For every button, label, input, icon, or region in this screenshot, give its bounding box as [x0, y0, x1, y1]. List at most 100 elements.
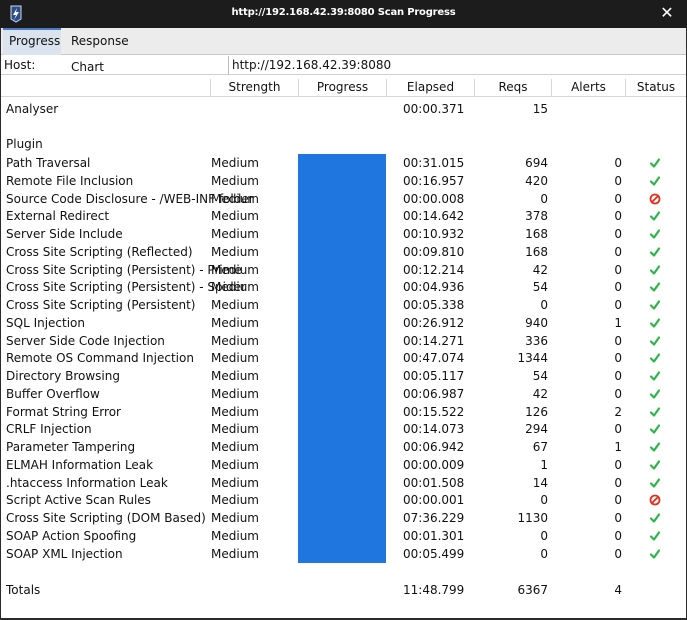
plugin-elapsed: 00:00.009 [403, 457, 465, 472]
column-header-progress[interactable]: Progress [298, 79, 386, 97]
check-icon [649, 282, 661, 292]
table-row[interactable]: Cross Site Scripting (DOM Based) Medium 07… [1, 509, 686, 527]
plugin-reqs: 1 [540, 457, 548, 472]
plugin-alerts: 0 [614, 546, 622, 561]
plugin-reqs: 420 [525, 173, 548, 188]
tab-progress[interactable]: Progress [3, 28, 61, 55]
plugin-name: Cross Site Scripting (Reflected) [6, 244, 193, 259]
plugin-elapsed: 00:06.942 [403, 440, 465, 454]
host-row: Host: http://192.168.42.39:8080 [1, 56, 686, 75]
table-row[interactable]: CRLF Injection Medium 00:14.073 294 0 [1, 420, 686, 438]
plugin-reqs: 42 [532, 262, 548, 277]
plugin-alerts: 0 [614, 262, 622, 277]
plugin-strength: Medium [211, 369, 259, 383]
column-header-alerts[interactable]: Alerts [551, 79, 625, 97]
check-icon [649, 211, 661, 221]
plugin-name: Remote File Inclusion [6, 173, 134, 188]
table-row[interactable]: Cross Site Scripting (Persistent) - Prim… [1, 261, 686, 279]
plugin-name: Directory Browsing [6, 369, 120, 383]
check-icon [649, 371, 661, 381]
check-icon [649, 513, 661, 523]
check-icon [649, 247, 661, 257]
plugin-alerts: 0 [614, 280, 622, 295]
plugin-reqs: 0 [540, 298, 548, 312]
table-row[interactable]: .htaccess Information Leak Medium 00:01.50… [1, 474, 686, 492]
plugin-alerts: 0 [614, 227, 622, 241]
plugin-name: Server Side Include [6, 227, 123, 241]
table-row[interactable]: Buffer Overflow Medium 00:06.987 42 0 [1, 385, 686, 403]
check-icon [649, 176, 661, 186]
table-header: Strength Progress Elapsed Reqs Alerts St… [1, 79, 686, 97]
check-icon [649, 300, 661, 310]
plugin-strength: Medium [211, 404, 259, 419]
table-row[interactable]: Script Active Scan Rules Medium 00:00.001 0… [1, 491, 686, 509]
plugin-strength: Medium [211, 440, 259, 454]
plugin-reqs: 42 [532, 386, 548, 401]
analyser-label: Analyser [6, 102, 59, 116]
tab-response-chart[interactable]: Response Chart [65, 28, 155, 74]
table-row[interactable]: Server Side Include Medium 00:10.932 168 0 [1, 225, 686, 243]
plugin-strength: Medium [211, 156, 259, 170]
table-row[interactable]: Remote OS Command Injection Medium 00:47.0… [1, 349, 686, 367]
plugin-alerts: 0 [614, 493, 622, 508]
column-header-strength[interactable]: Strength [210, 79, 298, 97]
table-row[interactable]: SOAP Action Spoofing Medium 00:01.301 0 0 [1, 527, 686, 545]
plugin-elapsed: 00:05.117 [403, 369, 465, 383]
table-row[interactable]: SOAP XML Injection Medium 00:05.499 0 0 [1, 545, 686, 563]
window-title: http://192.168.42.39:8080 Scan Progress [231, 7, 456, 18]
check-icon [649, 442, 661, 452]
plugin-reqs: 294 [525, 422, 548, 437]
totals-label: Totals [6, 583, 41, 597]
plugin-name: SOAP Action Spoofing [6, 528, 137, 543]
plugin-strength: Medium [211, 351, 259, 366]
totals-reqs: 6367 [517, 583, 548, 597]
column-header-elapsed[interactable]: Elapsed [386, 79, 474, 97]
title-bar: http://192.168.42.39:8080 Scan Progress … [0, 0, 687, 28]
table-row[interactable]: Source Code Disclosure - /WEB-INF folder… [1, 190, 686, 208]
stop-icon [649, 494, 661, 506]
plugin-alerts: 0 [614, 422, 622, 437]
check-icon [649, 460, 661, 470]
plugin-name: Cross Site Scripting (Persistent) - Prim… [6, 262, 242, 277]
plugin-name: Parameter Tampering [6, 440, 136, 454]
plugin-strength: Medium [211, 227, 259, 241]
table-row[interactable]: Directory Browsing Medium 00:05.117 54 0 [1, 367, 686, 385]
plugin-strength: Medium [211, 511, 259, 525]
totals-row: Totals 11:48.799 6367 4 [1, 581, 686, 599]
table-row[interactable]: Cross Site Scripting (Reflected) Medium 00… [1, 243, 686, 261]
table-row[interactable]: Server Side Code Injection Medium 00:14.27… [1, 332, 686, 350]
plugin-name: Buffer Overflow [6, 386, 100, 401]
host-value: http://192.168.42.39:8080 [228, 56, 686, 75]
table-row[interactable]: Path Traversal Medium 00:31.015 694 0 [1, 154, 686, 172]
table-row[interactable]: SQL Injection Medium 00:26.912 940 1 [1, 314, 686, 332]
table-row[interactable]: External Redirect Medium 00:14.642 378 0 [1, 207, 686, 225]
plugin-name: .htaccess Information Leak [6, 475, 168, 490]
table-row[interactable]: Cross Site Scripting (Persistent) Medium 0… [1, 296, 686, 314]
plugin-strength: Medium [211, 280, 259, 295]
plugin-elapsed: 00:01.508 [403, 475, 465, 490]
table-row[interactable]: Format String Error Medium 00:15.522 126 2 [1, 403, 686, 421]
check-icon [649, 229, 661, 239]
plugin-strength: Medium [211, 262, 259, 277]
plugin-strength: Medium [211, 209, 259, 224]
plugin-elapsed: 00:06.987 [403, 386, 465, 401]
plugin-reqs: 0 [540, 528, 548, 543]
plugin-elapsed: 00:12.214 [403, 262, 465, 277]
plugin-reqs: 168 [525, 244, 548, 259]
plugin-name: ELMAH Information Leak [6, 457, 154, 472]
plugin-alerts: 0 [614, 369, 622, 383]
plugin-name: Cross Site Scripting (DOM Based) [6, 511, 206, 525]
totals-elapsed: 11:48.799 [403, 583, 465, 597]
table-row[interactable]: Cross Site Scripting (Persistent) - Spid… [1, 278, 686, 296]
table-row[interactable]: Parameter Tampering Medium 00:06.942 67 1 [1, 438, 686, 456]
column-header-status[interactable]: Status [625, 79, 686, 97]
table-row[interactable]: Remote File Inclusion Medium 00:16.957 420 0 [1, 172, 686, 190]
plugin-alerts: 0 [614, 511, 622, 525]
close-icon[interactable]: ✕ [659, 5, 675, 21]
plugin-name: Cross Site Scripting (Persistent) - Spid… [6, 280, 246, 295]
table-row[interactable]: ELMAH Information Leak Medium 00:00.009 1 0 [1, 456, 686, 474]
column-header-reqs[interactable]: Reqs [474, 79, 551, 97]
stop-icon [649, 193, 661, 204]
check-icon [649, 548, 661, 559]
check-icon [649, 477, 661, 488]
